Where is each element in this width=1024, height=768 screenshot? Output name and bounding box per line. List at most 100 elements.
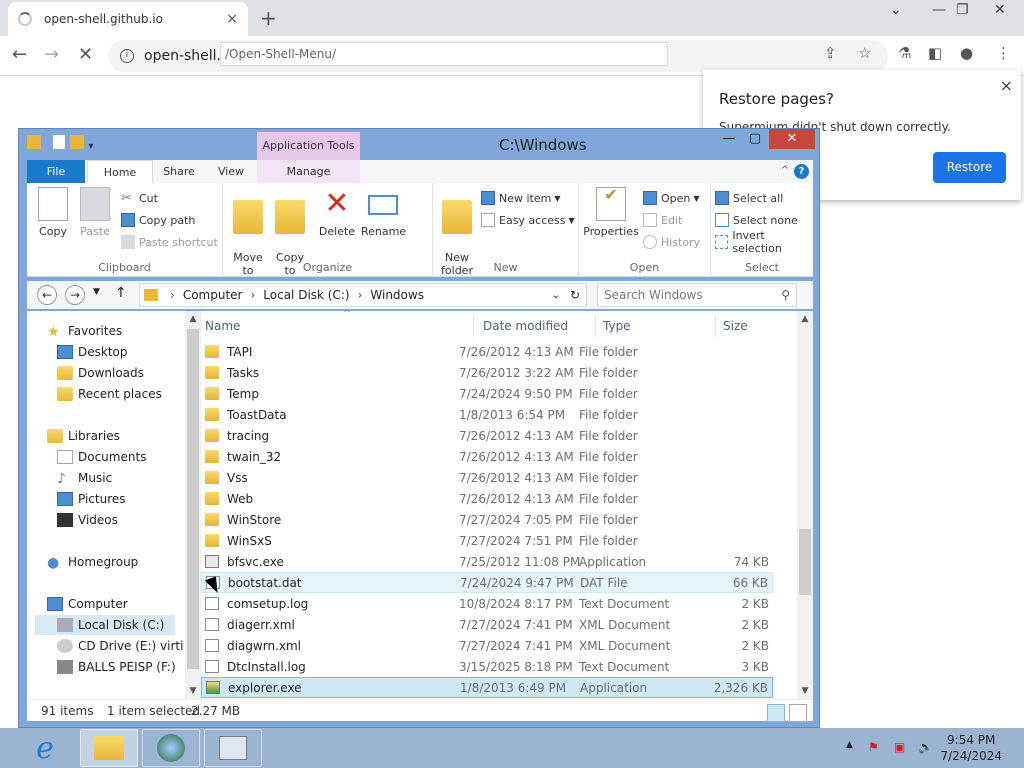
system-clock[interactable]: 9:54 PM 7/24/2024 [940,732,1002,764]
restore-dialog-close-button[interactable]: × [1000,76,1013,95]
table-row[interactable]: diagwrn.xml 7/27/2024 7:41 PM XML Document… [201,635,773,656]
restore-window-button[interactable]: ❐ [956,2,969,18]
table-row[interactable]: DtcInstall.log 3/15/2025 8:18 PM Text Docu… [201,656,773,677]
menu-dots-icon[interactable]: ⋮ [996,44,1011,62]
tab-home[interactable]: Home [87,160,153,183]
column-type[interactable]: Type [603,319,631,333]
nav-music[interactable]: ♪ Music [57,468,112,488]
breadcrumb-computer[interactable]: Computer [183,288,243,302]
side-panel-icon[interactable]: ◧ [928,44,942,62]
history-button[interactable]: History [643,233,700,251]
bookmark-star-icon[interactable]: ☆ [858,44,871,62]
paste-shortcut-button[interactable]: Paste shortcut [121,233,218,251]
volume-icon[interactable]: 🔈 [918,740,933,754]
table-row[interactable]: Tasks 7/26/2012 3:22 AM File folder [201,362,773,383]
back-arrow-icon[interactable]: ← [12,44,27,65]
nav-balls-drive[interactable]: BALLS PEISP (F:) [57,657,176,677]
collapse-ribbon-icon[interactable]: ^ [781,165,789,176]
refresh-icon[interactable]: ↻ [570,288,580,302]
recent-locations-chevron-icon[interactable]: ▼ [93,287,100,297]
nav-homegroup[interactable]: ● Homegroup [47,552,138,572]
properties-button[interactable]: ✔ Properties [581,187,641,239]
tab-manage[interactable]: Manage [257,160,360,183]
share-icon[interactable]: ⇪ [824,44,837,62]
nav-libraries[interactable]: Libraries [47,426,120,446]
table-row[interactable]: Temp 7/24/2024 9:50 PM File folder [201,383,773,404]
profile-avatar-icon[interactable]: ● [960,44,973,62]
copy-path-button[interactable]: Copy path [121,211,195,229]
file-list-scrollbar[interactable]: ▲ ▼ [797,311,813,699]
column-name[interactable]: Name [205,319,240,333]
copy-button[interactable]: Copy [33,187,73,238]
table-row[interactable]: comsetup.log 10/8/2024 8:17 PM Text Docume… [201,593,773,614]
explorer-back-button[interactable]: ← [37,285,57,305]
edit-button[interactable]: Edit [643,211,682,229]
nav-recent-places[interactable]: Recent places [57,384,162,404]
cut-button[interactable]: ✂ Cut [121,189,158,207]
tab-close-button[interactable]: × [226,11,238,27]
new-tab-button[interactable]: + [260,6,277,30]
paste-button[interactable]: Paste [75,187,115,238]
minimize-button[interactable]: — [932,2,946,18]
table-row[interactable]: ToastData 1/8/2013 6:54 PM File folder [201,404,773,425]
restore-button[interactable]: Restore [933,152,1006,183]
invert-selection-button[interactable]: Invert selection [715,229,813,255]
explorer-forward-button[interactable]: → [65,285,85,305]
new-item-button[interactable]: New item ▼ [481,189,561,207]
table-row[interactable]: Vss 7/26/2012 4:13 AM File folder [201,467,773,488]
nav-documents[interactable]: Documents [57,447,146,467]
address-dropdown-icon[interactable]: ⌄ [552,290,560,301]
up-arrow-icon[interactable]: ↑ [115,285,127,301]
table-row[interactable]: explorer.exe 1/8/2013 6:49 PM Application 2… [201,677,773,698]
quick-access-toolbar[interactable]: ▾ [27,135,93,153]
select-all-button[interactable]: Select all [715,189,783,207]
nav-favorites[interactable]: ★ Favorites [47,321,122,341]
help-icon[interactable]: ? [794,164,809,179]
explorer-maximize-button[interactable]: ▢ [745,129,765,149]
tab-view[interactable]: View [207,160,255,183]
address-bar[interactable]: i open-shell.github.io/Open-Shell-Menu/ [108,40,888,72]
table-row[interactable]: WinSxS 7/27/2024 7:51 PM File folder [201,530,773,551]
breadcrumb-local-disk[interactable]: Local Disk (C:) [263,288,349,302]
table-row[interactable]: WinStore 7/27/2024 7:05 PM File folder [201,509,773,530]
close-window-button[interactable]: ✕ [994,2,1006,18]
stop-loading-icon[interactable]: ✕ [78,44,93,65]
network-icon[interactable]: ▣ [894,740,905,754]
explorer-minimize-button[interactable]: — [719,129,739,149]
easy-access-button[interactable]: Easy access ▼ [481,211,575,229]
breadcrumb-windows[interactable]: Windows [370,288,424,302]
show-hidden-icons-chevron[interactable]: ▲ [846,740,853,750]
details-view-button[interactable] [767,704,785,722]
site-info-icon[interactable]: i [120,49,134,63]
internet-explorer-taskbar-button[interactable]: e [16,729,74,767]
nav-computer[interactable]: Computer [47,594,128,614]
task-manager-taskbar-button[interactable] [204,729,262,767]
search-input[interactable]: Search Windows ⚲ [597,283,797,307]
column-date-modified[interactable]: Date modified [483,319,568,333]
explorer-close-button[interactable]: ✕ [769,129,815,149]
table-row[interactable]: Web 7/26/2012 4:13 AM File folder [201,488,773,509]
large-icons-view-button[interactable] [789,704,807,722]
table-row[interactable]: diagerr.xml 7/27/2024 7:41 PM XML Document… [201,614,773,635]
nav-local-disk[interactable]: Local Disk (C:) [35,615,175,635]
tab-share[interactable]: Share [155,160,203,183]
select-none-button[interactable]: Select none [715,211,798,229]
tab-search-chevron-icon[interactable]: ⌄ [890,2,902,18]
file-explorer-taskbar-button[interactable] [80,729,138,767]
browser-tab[interactable]: open-shell.github.io × [8,2,248,36]
tab-file[interactable]: File [27,160,85,183]
action-center-flag-icon[interactable]: ⚑ [868,740,879,754]
extensions-icon[interactable]: ⚗ [898,44,911,62]
table-row[interactable]: TAPI 7/26/2012 4:13 AM File folder [201,341,773,362]
nav-videos[interactable]: Videos [57,510,118,530]
delete-button[interactable]: ✕ Delete [315,187,359,239]
rename-button[interactable]: Rename [361,187,406,238]
table-row[interactable]: tracing 7/26/2012 4:13 AM File folder [201,425,773,446]
nav-pictures[interactable]: Pictures [57,489,126,509]
table-row[interactable]: bootstat.dat 7/24/2024 9:47 PM DAT File 66 … [201,572,773,593]
breadcrumb[interactable]: › Computer › Local Disk (C:) › Windows ⌄… [139,283,587,307]
open-button[interactable]: Open ▼ [643,189,700,207]
nav-desktop[interactable]: Desktop [57,342,128,362]
table-row[interactable]: bfsvc.exe 7/25/2012 11:08 PM Application 74… [201,551,773,572]
nav-downloads[interactable]: Downloads [57,363,144,383]
